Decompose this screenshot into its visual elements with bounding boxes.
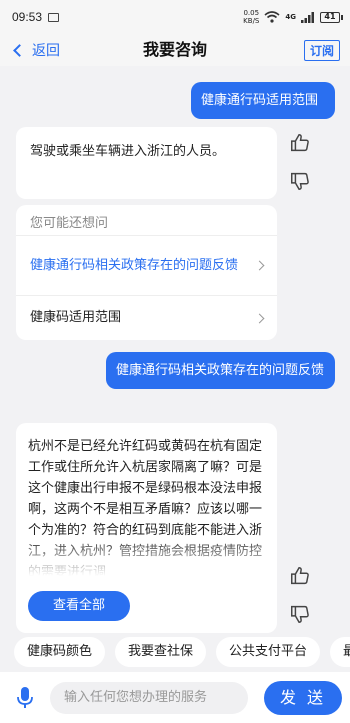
thumbs-down-icon[interactable] xyxy=(287,601,313,627)
wifi-icon xyxy=(264,11,280,23)
signal-label: 4G xyxy=(285,13,296,21)
quick-chip[interactable]: 健康码颜色 xyxy=(14,637,106,667)
send-button[interactable]: 发 送 xyxy=(264,680,342,715)
user-message-text: 健康通行码适用范围 xyxy=(201,93,319,108)
user-message: 健康通行码适用范围 xyxy=(191,82,335,119)
answer-card: 杭州不是已经允许红码或黄码在杭有固定工作或住所允许入杭居家隔离了嘛？可是这个健康… xyxy=(16,423,277,633)
battery-icon: 41 xyxy=(320,11,343,23)
quick-chips: 健康码颜色 我要查社保 公共支付平台 最 xyxy=(0,637,350,667)
input-bar: 输入任何您想办理的服务 发 送 xyxy=(0,672,350,723)
suggestion-header: 您可能还想问 xyxy=(30,216,109,231)
thumbs-up-icon[interactable] xyxy=(287,563,313,589)
back-button[interactable]: 返回 xyxy=(12,34,60,66)
quick-chip[interactable]: 最 xyxy=(330,637,350,667)
network-speed: 0.05 KB/S xyxy=(243,9,260,25)
text-fade xyxy=(16,536,277,576)
chevron-left-icon xyxy=(13,43,26,57)
search-input[interactable]: 输入任何您想办理的服务 xyxy=(50,681,248,714)
view-all-button[interactable]: 查看全部 xyxy=(28,591,130,621)
user-message: 健康通行码相关政策存在的问题反馈 xyxy=(106,352,335,389)
suggestion-item[interactable]: 健康通行码相关政策存在的问题反馈 xyxy=(16,235,277,295)
suggestion-item-label: 健康通行码相关政策存在的问题反馈 xyxy=(30,257,239,273)
status-bar: 09:53 0.05 KB/S 4G 41 xyxy=(0,0,350,34)
subscribe-button[interactable]: 订阅 xyxy=(303,40,340,61)
chevron-right-icon xyxy=(254,313,265,323)
thumbs-down-icon[interactable] xyxy=(287,168,313,194)
quick-chip[interactable]: 公共支付平台 xyxy=(216,637,321,667)
status-right: 0.05 KB/S 4G 41 xyxy=(243,9,343,25)
answer-card: 驾驶或乘坐车辆进入浙江的人员。 xyxy=(16,127,277,199)
chevron-right-icon xyxy=(254,260,265,271)
answer-text: 驾驶或乘坐车辆进入浙江的人员。 xyxy=(30,144,226,159)
back-label: 返回 xyxy=(32,43,60,59)
signal-icon xyxy=(301,11,314,23)
mic-icon[interactable] xyxy=(10,683,40,713)
nav-bar: 返回 我要咨询 订阅 xyxy=(0,34,350,66)
thumbs-up-icon[interactable] xyxy=(287,130,313,156)
user-message-text: 健康通行码相关政策存在的问题反馈 xyxy=(116,363,325,378)
quick-chip[interactable]: 我要查社保 xyxy=(115,637,207,667)
suggestion-item-label: 健康码适用范围 xyxy=(30,310,122,325)
notification-icon xyxy=(48,12,60,22)
suggestion-item[interactable]: 健康码适用范围 xyxy=(16,295,277,340)
suggestion-card: 您可能还想问 健康通行码相关政策存在的问题反馈 健康码适用范围 xyxy=(16,205,277,340)
status-time: 09:53 xyxy=(12,10,43,24)
